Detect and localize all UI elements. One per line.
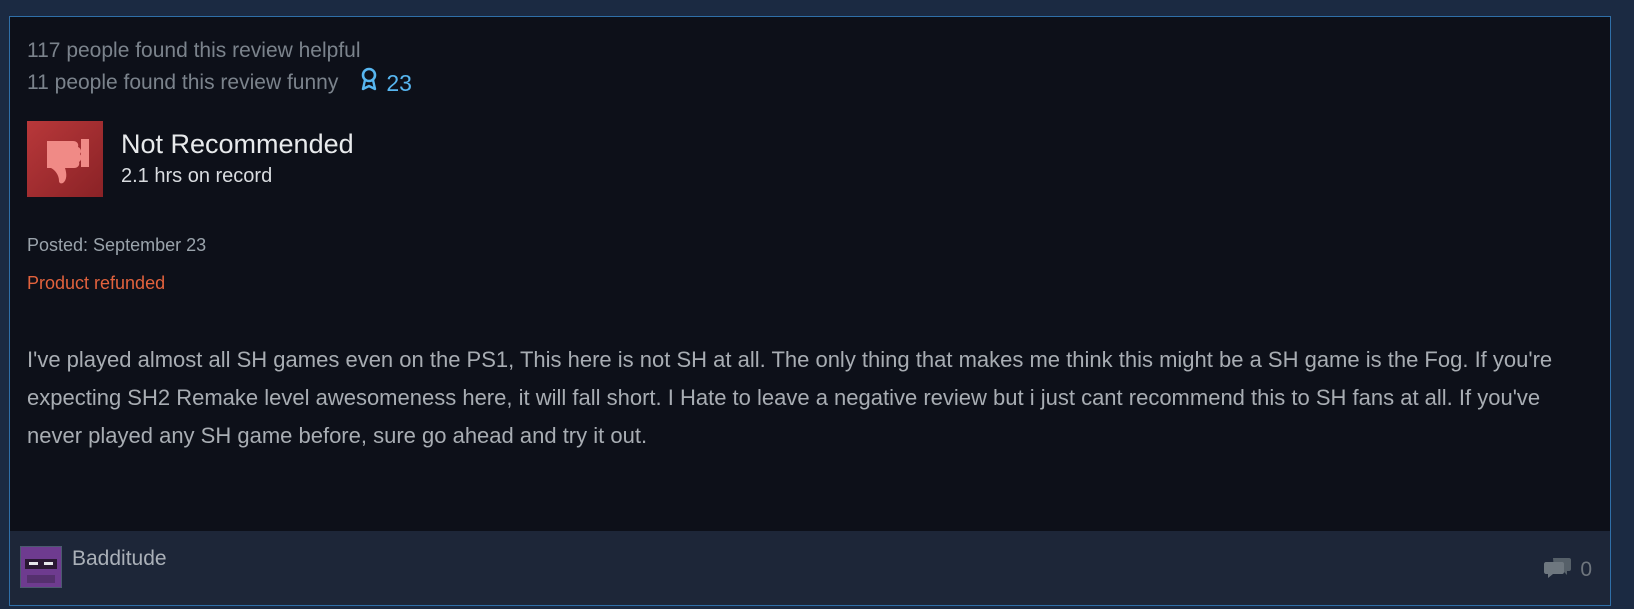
review-card: 117 people found this review helpful 11 … [9, 16, 1611, 606]
posted-date: Posted: September 23 [27, 235, 207, 255]
refunded-notice: Product refunded [27, 273, 166, 293]
award-count: 23 [386, 70, 412, 96]
verdict-thumb-badge [27, 121, 103, 197]
thumbs-down-icon [35, 127, 95, 192]
comment-count: 0 [1580, 558, 1592, 581]
award-ribbon-icon [360, 67, 386, 99]
review-footer: Badditude 0 [10, 531, 1610, 605]
avatar[interactable] [20, 546, 62, 588]
funny-count-text: 11 people found this review funny [27, 71, 339, 94]
verdict-title: Not Recommended [121, 129, 354, 159]
review-body: I've played almost all SH games even on … [27, 347, 1553, 448]
comment-bubbles-icon [1544, 555, 1580, 585]
award-button[interactable]: 23 [360, 67, 412, 99]
comments-link[interactable]: 0 [1544, 555, 1592, 585]
review-stats: 117 people found this review helpful 11 … [27, 35, 412, 99]
helpful-count-text: 117 people found this review helpful [27, 39, 361, 62]
review-verdict: Not Recommended 2.1 hrs on record [27, 121, 354, 197]
hours-on-record: 2.1 hrs on record [121, 165, 273, 187]
author-username[interactable]: Badditude [72, 547, 167, 571]
